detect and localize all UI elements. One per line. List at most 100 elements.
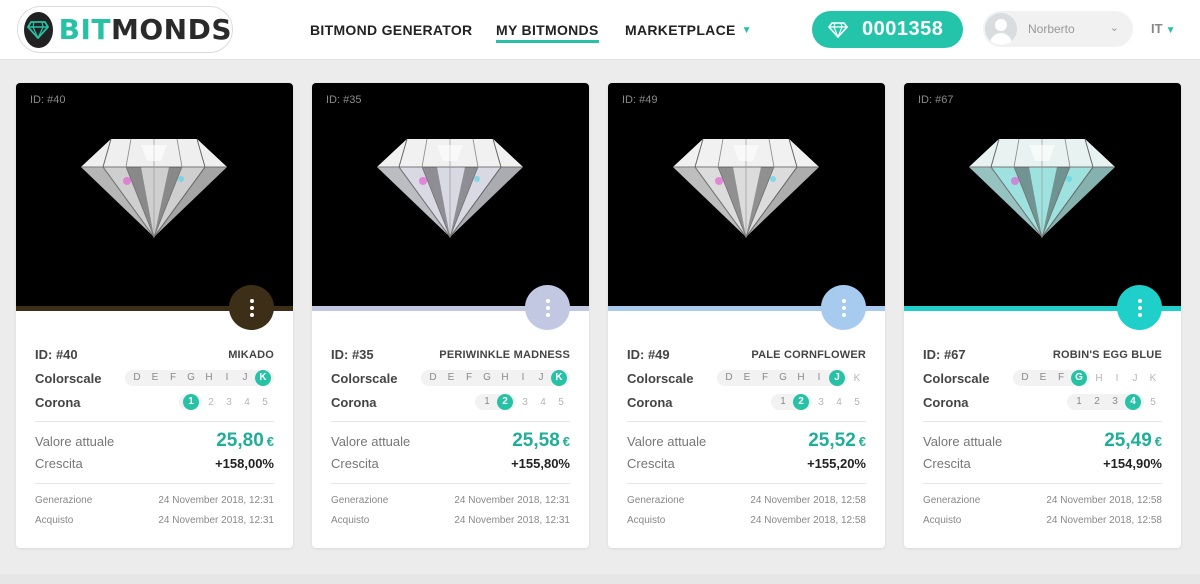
colorscale-letter: H — [1095, 372, 1103, 384]
colorscale-letter: I — [817, 372, 821, 383]
user-menu[interactable]: Norberto ⌄ — [983, 11, 1133, 47]
colorscale-letter: F — [169, 372, 177, 383]
colorscale-letter: K — [1149, 372, 1157, 384]
current-value-label: Valore attuale — [627, 433, 707, 449]
colorscale-label: Colorscale — [923, 370, 990, 386]
dot-icon — [1137, 312, 1142, 317]
card-menu-button[interactable] — [1117, 285, 1162, 330]
diamond-preview[interactable]: ID: #49 — [608, 83, 885, 306]
growth-label: Crescita — [35, 456, 83, 471]
corona-number: 4 — [1125, 394, 1141, 410]
diamond-preview[interactable]: ID: #35 — [312, 83, 589, 306]
currency-symbol: € — [562, 434, 570, 449]
overlay-id: ID: #35 — [326, 94, 362, 106]
corona-number: 1 — [780, 396, 786, 407]
bitmond-card[interactable]: ID: #35 ID: #35 PERIWINKLE MADNESS Color… — [312, 83, 589, 548]
generation-label: Generazione — [627, 495, 685, 506]
divider — [923, 483, 1162, 484]
purchase-date: 24 November 2018, 12:31 — [454, 515, 570, 526]
diamond-logo-icon — [24, 11, 53, 48]
current-value-label: Valore attuale — [923, 433, 1003, 449]
colorscale-letter: G — [1071, 370, 1087, 386]
currency-symbol: € — [858, 434, 866, 449]
bitmond-card[interactable]: ID: #49 ID: #49 PALE CORNFLOWER Colorsca… — [608, 83, 885, 548]
brand-name: BITMONDS — [58, 12, 232, 46]
divider — [923, 421, 1162, 422]
colorscale-letter: I — [225, 372, 229, 383]
language-label: IT — [1151, 21, 1163, 36]
growth-value: +154,90% — [1103, 456, 1162, 471]
colorscale-letter: G — [187, 372, 195, 383]
bitmond-name: ROBIN'S EGG BLUE — [1052, 348, 1162, 361]
diamond-image — [969, 138, 1115, 239]
purchase-label: Acquisto — [35, 515, 74, 526]
colorscale-letter: D — [429, 372, 437, 383]
dot-icon — [249, 298, 254, 303]
diamond-preview[interactable]: ID: #67 — [904, 83, 1181, 306]
dot-icon — [545, 312, 550, 317]
nav-marketplace[interactable]: MARKETPLACE ▼ — [625, 0, 752, 60]
colorscale-letter: G — [779, 372, 787, 383]
corona-number: 1 — [183, 394, 199, 410]
diamond-image — [673, 138, 819, 239]
next-row-hint — [0, 574, 1200, 584]
bitmond-card[interactable]: ID: #40 ID: #40 MIKADO Colorscale DEFGH I… — [16, 83, 293, 548]
colorscale-track: DEFGH I JK — [125, 370, 274, 386]
corona-number: 1 — [484, 396, 490, 407]
generation-date: 24 November 2018, 12:58 — [750, 495, 866, 506]
bitmond-id: ID: #40 — [35, 347, 78, 362]
card-menu-button[interactable] — [229, 285, 274, 330]
corona-number: 5 — [854, 396, 860, 408]
divider — [35, 421, 274, 422]
bitmond-id: ID: #35 — [331, 347, 374, 362]
card-menu-button[interactable] — [525, 285, 570, 330]
corona-number: 4 — [836, 396, 842, 408]
growth-value: +155,80% — [511, 456, 570, 471]
corona-number: 1 — [1076, 396, 1082, 407]
balance-button[interactable]: 0001358 — [812, 11, 963, 48]
language-selector[interactable]: IT ▼ — [1151, 21, 1175, 36]
nav-my-bitmonds[interactable]: MY BITMONDS — [496, 0, 599, 60]
avatar — [985, 13, 1017, 45]
card-menu-button[interactable] — [821, 285, 866, 330]
colorscale-letter: K — [255, 370, 271, 386]
dot-icon — [545, 305, 550, 310]
nav-bitmond-generator[interactable]: BITMOND GENERATOR — [310, 0, 472, 60]
colorscale-letter: I — [521, 372, 525, 383]
dot-icon — [1137, 298, 1142, 303]
bitmond-name: MIKADO — [228, 348, 274, 361]
dot-icon — [249, 312, 254, 317]
colorscale-letter: H — [501, 372, 509, 383]
nav-label: MARKETPLACE — [625, 22, 736, 38]
colorscale-label: Colorscale — [331, 370, 398, 386]
diamond-preview[interactable]: ID: #40 — [16, 83, 293, 306]
purchase-date: 24 November 2018, 12:58 — [1046, 515, 1162, 526]
generation-label: Generazione — [923, 495, 981, 506]
colorscale-letter: J — [242, 372, 248, 383]
bitmond-card[interactable]: ID: #67 ID: #67 ROBIN'S EGG BLUE Colorsc… — [904, 83, 1181, 548]
colorscale-label: Colorscale — [35, 370, 102, 386]
corona-label: Corona — [331, 394, 377, 410]
corona-track: 1 2 34 — [1067, 394, 1144, 410]
corona-number: 3 — [226, 396, 232, 408]
colorscale-track: DEFGH I JK — [421, 370, 570, 386]
bitmonds-logo[interactable]: BITMONDS — [17, 6, 233, 53]
diamond-image — [377, 138, 523, 239]
colorscale-letter: H — [797, 372, 805, 383]
corona-number: 4 — [540, 396, 546, 408]
corona-number: 4 — [244, 396, 250, 408]
growth-value: +158,00% — [215, 456, 274, 471]
diamond-image — [81, 138, 227, 239]
current-value-label: Valore attuale — [331, 433, 411, 449]
corona-label: Corona — [35, 394, 81, 410]
colorscale-letter: G — [483, 372, 491, 383]
purchase-label: Acquisto — [331, 515, 370, 526]
colorscale-letter: E — [151, 372, 159, 383]
colorscale-letter: E — [1039, 372, 1047, 383]
top-bar: BITMONDS BITMOND GENERATOR MY BITMONDS M… — [0, 0, 1200, 60]
corona-number: 2 — [793, 394, 809, 410]
corona-number: 5 — [558, 396, 564, 408]
generation-label: Generazione — [331, 495, 389, 506]
corona-number: 2 — [497, 394, 513, 410]
dot-icon — [249, 305, 254, 310]
